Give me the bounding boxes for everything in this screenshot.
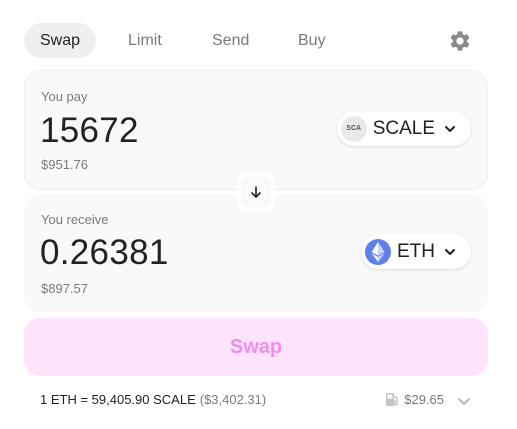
pay-label: You pay xyxy=(41,89,88,104)
gas-fee-value: $29.65 xyxy=(404,392,444,407)
pay-amount-input[interactable]: 15672 xyxy=(40,111,139,151)
pay-panel: You pay 15672 $951.76 SCA SCALE xyxy=(24,70,488,190)
arrow-down-icon xyxy=(251,186,261,198)
tab-limit[interactable]: Limit xyxy=(112,23,178,58)
receive-token-symbol: ETH xyxy=(397,240,435,262)
exchange-rate-usd: ($3,402.31) xyxy=(199,392,267,407)
receive-usd-value: $897.57 xyxy=(41,281,88,296)
pay-token-selector[interactable]: SCA SCALE xyxy=(336,111,471,146)
tab-bar: Swap Limit Send Buy xyxy=(24,23,494,59)
exchange-rate[interactable]: 1 ETH = 59,405.90 SCALE ($3,402.31) xyxy=(40,392,266,407)
pay-token-symbol: SCALE xyxy=(372,117,435,139)
receive-token-selector[interactable]: ETH xyxy=(361,234,471,269)
receive-amount-input[interactable]: 0.26381 xyxy=(40,233,169,273)
chevron-down-icon xyxy=(445,248,455,255)
exchange-rate-text: 1 ETH = 59,405.90 SCALE xyxy=(40,392,196,407)
gas-pump-icon xyxy=(386,393,398,406)
chevron-down-icon xyxy=(445,125,455,132)
rate-row[interactable]: 1 ETH = 59,405.90 SCALE ($3,402.31) $29.6… xyxy=(40,392,472,410)
tab-send[interactable]: Send xyxy=(196,23,265,58)
receive-label: You receive xyxy=(41,212,109,227)
flip-direction-button[interactable] xyxy=(237,173,275,211)
scale-token-logo: SCA xyxy=(340,115,367,142)
swap-button[interactable]: Swap xyxy=(24,318,488,376)
pay-usd-value: $951.76 xyxy=(41,157,88,172)
tab-swap[interactable]: Swap xyxy=(24,23,97,58)
receive-panel: You receive 0.26381 $897.57 ETH xyxy=(24,194,488,312)
gear-icon[interactable] xyxy=(448,29,472,53)
gas-fee: $29.65 xyxy=(385,392,444,407)
eth-logo-icon xyxy=(365,238,391,265)
chevron-down-icon[interactable] xyxy=(456,393,472,409)
tab-buy[interactable]: Buy xyxy=(282,23,342,58)
